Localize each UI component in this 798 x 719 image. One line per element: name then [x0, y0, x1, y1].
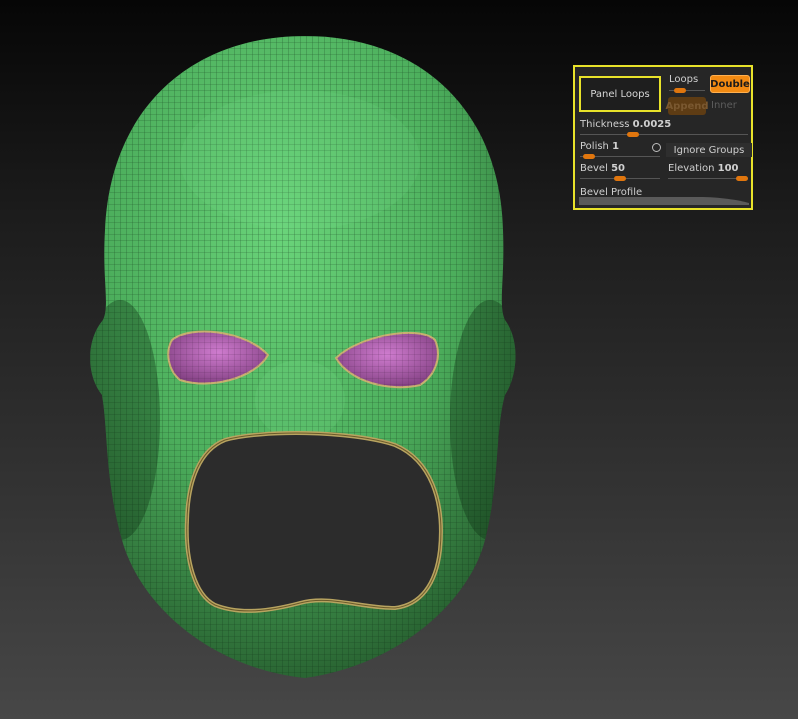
bevel-value: 50	[611, 163, 625, 174]
thickness-slider-knob[interactable]	[626, 132, 639, 137]
polish-label: Polish	[580, 141, 609, 152]
thickness-value: 0.0025	[632, 119, 672, 130]
polish-slider-knob[interactable]	[583, 154, 596, 159]
loops-label: Loops	[669, 74, 699, 85]
bevel-label: Bevel	[580, 163, 608, 174]
thickness-label: Thickness	[580, 119, 630, 130]
panel-loops-palette: Panel Loops Loops Double Append Inner Th…	[573, 65, 753, 210]
bevel-slider-label: Bevel 50	[580, 163, 625, 174]
elevation-label: Elevation	[668, 163, 715, 174]
polish-value: 1	[612, 141, 620, 152]
double-button[interactable]: Double	[710, 75, 750, 93]
ignore-groups-button[interactable]: Ignore Groups	[666, 143, 752, 157]
bevel-profile-curve[interactable]	[579, 193, 749, 205]
elevation-value: 100	[717, 163, 739, 174]
panel-loops-button[interactable]: Panel Loops	[579, 76, 661, 112]
elevation-slider-label: Elevation 100	[668, 163, 739, 174]
inner-button[interactable]: Inner	[711, 100, 737, 111]
bevel-slider-knob[interactable]	[614, 176, 626, 181]
loops-slider-knob[interactable]	[673, 88, 686, 93]
thickness-slider-track[interactable]	[580, 134, 748, 135]
elevation-slider-knob[interactable]	[736, 176, 748, 181]
polish-slider-label: Polish 1	[580, 141, 619, 152]
mouth-hole	[184, 431, 443, 613]
append-button[interactable]: Append	[665, 97, 709, 115]
thickness-slider-label: Thickness 0.0025	[580, 119, 671, 130]
polish-circle-toggle[interactable]	[652, 143, 661, 152]
